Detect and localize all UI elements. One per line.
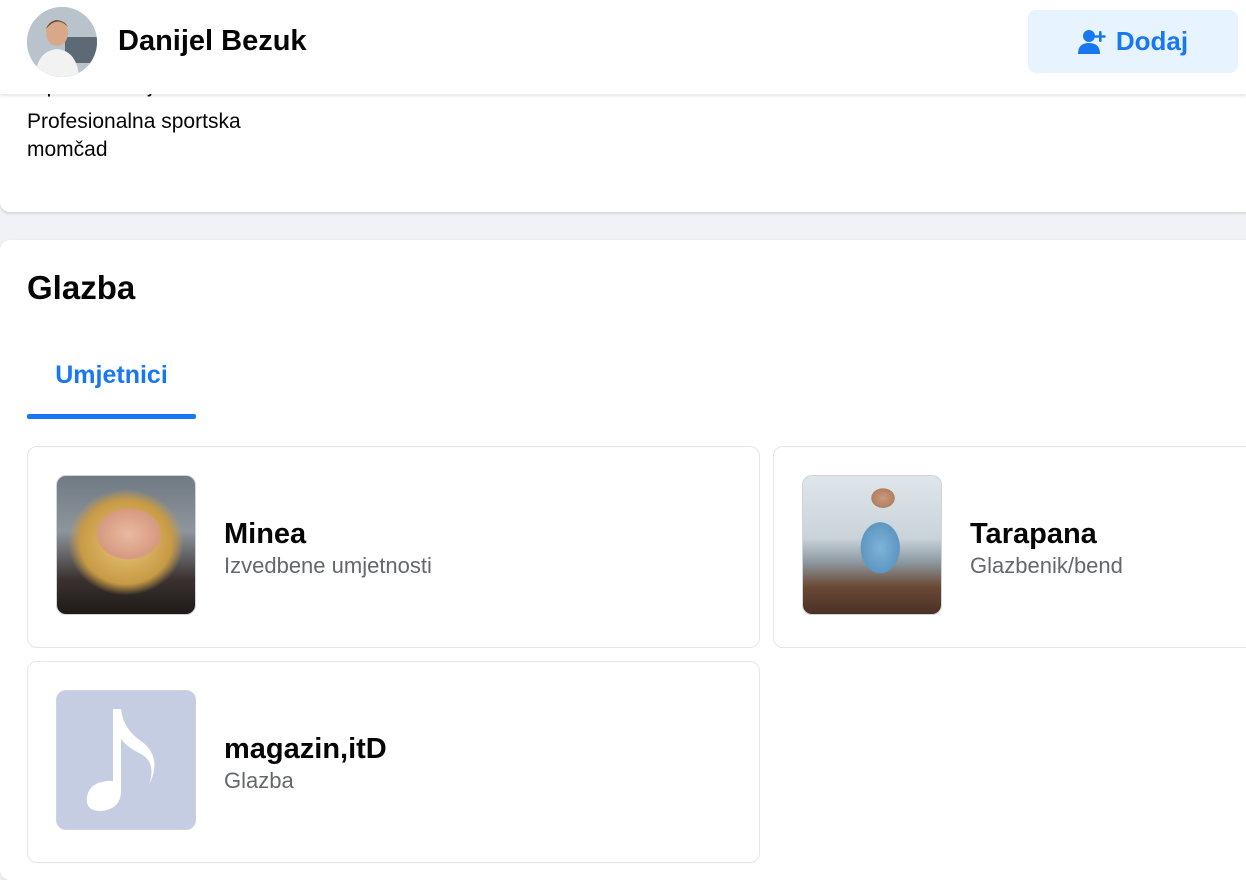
music-note-icon xyxy=(86,709,155,811)
artist-thumbnail[interactable] xyxy=(802,475,942,615)
tab-artists[interactable]: Umjetnici xyxy=(27,332,196,419)
artist-card-tarapana[interactable]: Tarapana Glazbenik/bend xyxy=(773,446,1246,648)
artist-category: Izvedbene umjetnosti xyxy=(224,553,432,578)
category-text: Profesionalna sportska momčad xyxy=(27,110,241,161)
avatar-photo xyxy=(27,7,97,77)
profile-name[interactable]: Danijel Bezuk xyxy=(118,24,307,58)
artist-thumbnail[interactable] xyxy=(56,475,196,615)
artist-name[interactable]: Minea xyxy=(224,517,306,551)
artist-card-minea[interactable]: Minea Izvedbene umjetnosti xyxy=(27,446,760,648)
add-person-icon xyxy=(1077,29,1106,54)
artist-thumbnail[interactable] xyxy=(56,690,196,830)
artist-name[interactable]: magazin,itD xyxy=(224,732,387,766)
tab-label: Umjetnici xyxy=(55,361,168,389)
artist-name[interactable]: Tarapana xyxy=(970,517,1097,551)
active-tab-indicator xyxy=(27,414,196,419)
add-button-label: Dodaj xyxy=(1115,26,1189,56)
avatar[interactable] xyxy=(27,7,97,77)
music-section: Glazba Umjetnici Minea Izvedbene umjetno… xyxy=(0,240,1246,880)
section-title: Glazba xyxy=(27,269,136,306)
add-friend-button[interactable]: Dodaj xyxy=(1028,10,1238,73)
artist-category: Glazbenik/bend xyxy=(970,553,1123,578)
profile-header: Danijel Bezuk Dodaj xyxy=(0,0,1246,94)
artist-card-magazin[interactable]: magazin,itD Glazba xyxy=(27,661,760,863)
artist-category: Glazba xyxy=(224,768,294,793)
